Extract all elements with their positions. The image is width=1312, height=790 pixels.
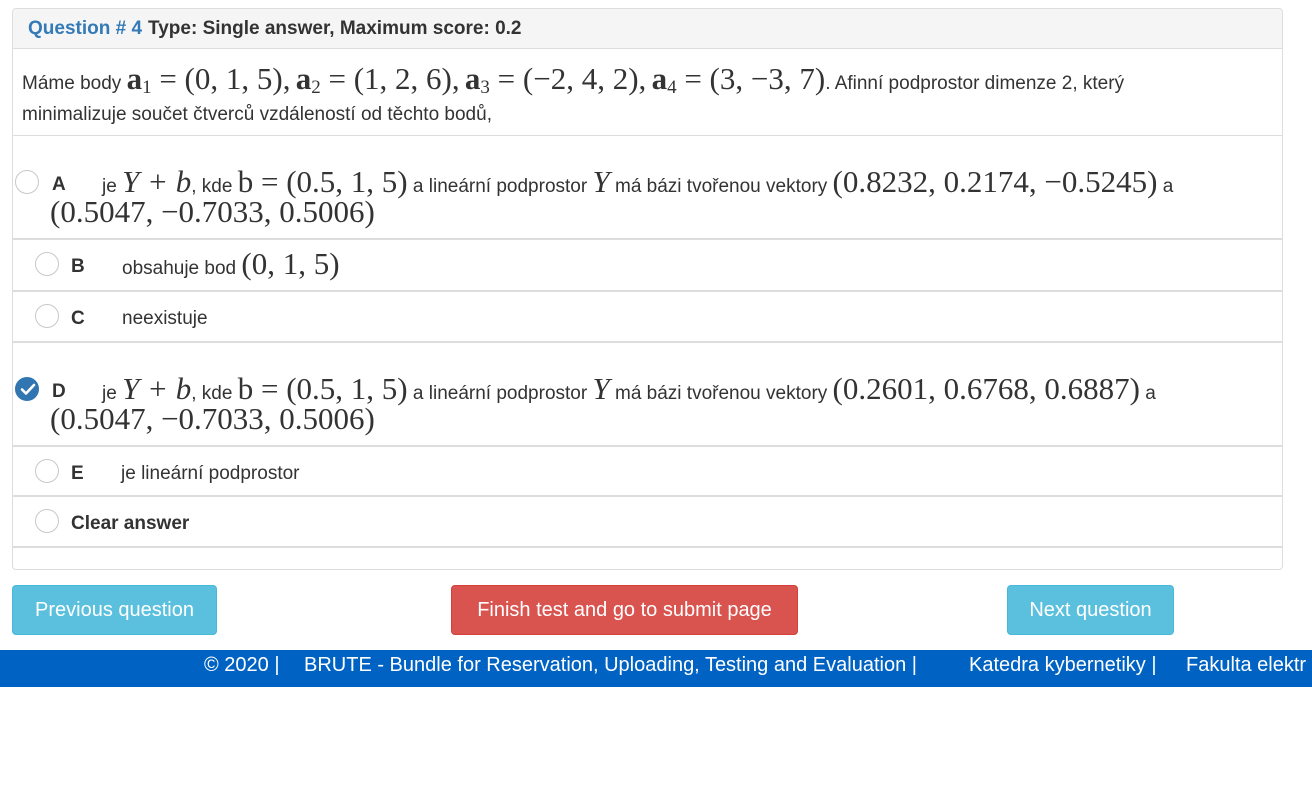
answer-text: neexistuje [122, 308, 208, 329]
clear-answer-label: Clear answer [71, 513, 190, 534]
question-type: Type: Single answer, Maximum score: 0.2 [148, 17, 522, 39]
answer-text: je lineární podprostor [121, 463, 300, 484]
footer-brute-link[interactable]: BRUTE - Bundle for Reservation, Uploadin… [304, 654, 917, 677]
footer-katedra-link[interactable]: Katedra kybernetiky | [969, 654, 1157, 677]
answer-vector-2: (0.5047, −0.7033, 0.5006) [50, 194, 375, 229]
radio-a[interactable] [15, 170, 39, 194]
answer-option-c[interactable]: C neexistuje [13, 292, 1282, 343]
question-suffix: . Afinní podprostor dimenze 2, který [825, 73, 1125, 94]
answer-letter: A [52, 174, 66, 195]
answer-option-d[interactable]: D je Y + b, kde b = (0.5, 1, 5) a lineár… [13, 343, 1282, 447]
radio-d[interactable] [15, 377, 39, 401]
question-text: Máme body a1 = (0, 1, 5), a2 = (1, 2, 6)… [13, 49, 1282, 125]
finish-test-button[interactable]: Finish test and go to submit page [451, 585, 798, 635]
footer-copyright: © 2020 | [204, 654, 280, 676]
radio-e[interactable] [35, 459, 59, 483]
radio-b[interactable] [35, 252, 59, 276]
answer-option-b[interactable]: B obsahuje bod (0, 1, 5) [13, 240, 1282, 292]
point-a2: a2 = (1, 2, 6), [295, 61, 460, 98]
point-a3: a3 = (−2, 4, 2), [464, 61, 647, 98]
footer: © 2020 | BRUTE - Bundle for Reservation,… [0, 650, 1312, 687]
checkmark-icon [20, 383, 36, 395]
next-question-button[interactable]: Next question [1007, 585, 1174, 635]
answer-option-a[interactable]: A je Y + b, kde b = (0.5, 1, 5) a lineár… [13, 136, 1282, 240]
answer-list: A je Y + b, kde b = (0.5, 1, 5) a lineár… [13, 135, 1282, 548]
question-number: Question # 4 [28, 17, 143, 39]
answer-letter: C [71, 308, 85, 329]
answer-text: obsahuje bod (0, 1, 5) [122, 246, 340, 281]
point-a4: a4 = (3, −3, 7) [651, 61, 826, 98]
question-header: Question # 4 Type: Single answer, Maximu… [13, 9, 1282, 49]
answer-vector-2: (0.5047, −0.7033, 0.5006) [50, 401, 375, 436]
answer-letter: D [52, 381, 66, 402]
radio-clear[interactable] [35, 509, 59, 533]
answer-letter: E [71, 463, 84, 484]
previous-question-button[interactable]: Previous question [12, 585, 217, 635]
question-panel: Question # 4 Type: Single answer, Maximu… [12, 8, 1283, 570]
question-prefix: Máme body [22, 73, 122, 94]
answer-option-e[interactable]: E je lineární podprostor [13, 447, 1282, 497]
clear-answer-option[interactable]: Clear answer [13, 497, 1282, 548]
answer-letter: B [71, 256, 85, 277]
radio-c[interactable] [35, 304, 59, 328]
footer-fakulta-link[interactable]: Fakulta elektr [1186, 654, 1306, 677]
point-a1: a1 = (0, 1, 5), [126, 61, 291, 98]
question-line2: minimalizuje součet čtverců vzdáleností … [22, 104, 492, 125]
